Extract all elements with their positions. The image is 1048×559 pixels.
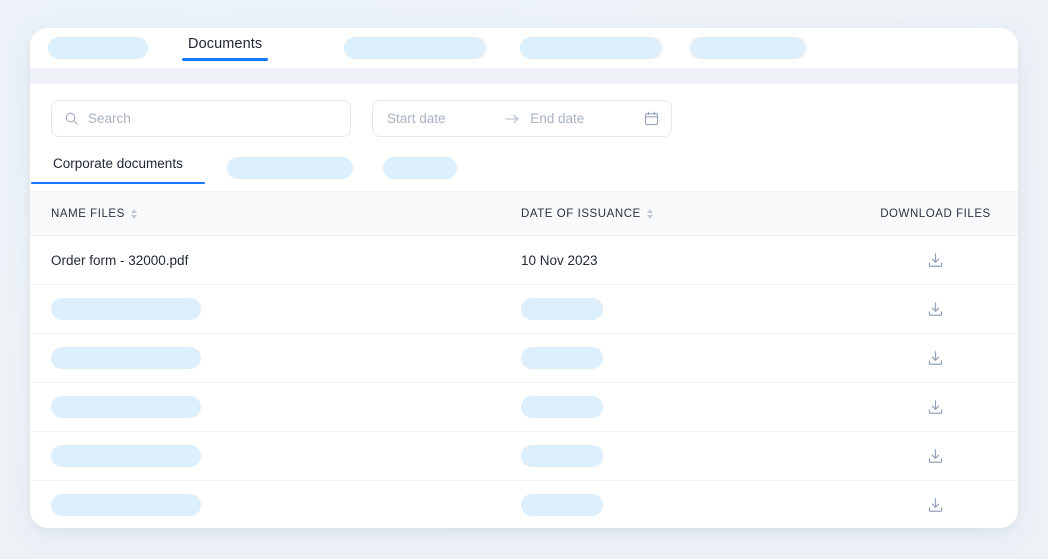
cell-download-files xyxy=(854,296,1017,322)
column-header-date-of-issuance-label: DATE OF ISSUANCE xyxy=(521,208,641,220)
download-icon[interactable] xyxy=(923,345,949,371)
column-header-download-files-label: DOWNLOAD FILES xyxy=(880,208,991,220)
table-row[interactable] xyxy=(30,481,1018,528)
issuance-date-placeholder xyxy=(521,494,603,516)
file-name-placeholder xyxy=(51,396,201,418)
date-range-field[interactable]: Start date End date xyxy=(372,100,672,137)
top-tab-placeholder-1[interactable] xyxy=(48,37,148,59)
table-row[interactable]: Order form - 32000.pdf 10 Nov 2023 xyxy=(30,236,1018,285)
tab-documents-underline xyxy=(182,58,268,61)
subtab-placeholder-1[interactable] xyxy=(227,157,353,179)
arrow-right-icon xyxy=(505,113,520,125)
documents-card: Documents Search xyxy=(30,28,1018,528)
download-icon[interactable] xyxy=(923,247,949,273)
cell-download-files xyxy=(854,492,1017,518)
column-header-date-of-issuance[interactable]: DATE OF ISSUANCE xyxy=(521,208,854,220)
file-name-placeholder xyxy=(51,445,201,467)
download-icon[interactable] xyxy=(923,492,949,518)
sort-icon-date-of-issuance[interactable] xyxy=(647,209,653,219)
tab-documents[interactable]: Documents xyxy=(182,36,268,61)
column-header-name-files[interactable]: NAME FILES xyxy=(30,208,521,220)
issuance-date-placeholder xyxy=(521,445,603,467)
file-name-placeholder xyxy=(51,347,201,369)
sub-tab-bar: Corporate documents xyxy=(30,156,1018,192)
download-icon[interactable] xyxy=(923,296,949,322)
column-header-name-files-label: NAME FILES xyxy=(51,208,125,220)
search-input[interactable]: Search xyxy=(88,111,131,126)
end-date-input[interactable]: End date xyxy=(530,111,584,126)
issuance-date-placeholder xyxy=(521,396,603,418)
cell-date-of-issuance xyxy=(521,347,854,369)
file-name-placeholder xyxy=(51,298,201,320)
cell-date-of-issuance xyxy=(521,494,854,516)
table-row[interactable] xyxy=(30,383,1018,432)
table-row[interactable] xyxy=(30,285,1018,334)
cell-date-of-issuance xyxy=(521,445,854,467)
calendar-icon[interactable] xyxy=(644,111,659,126)
issuance-date-placeholder xyxy=(521,347,603,369)
top-tab-placeholder-3[interactable] xyxy=(520,37,662,59)
subtab-corporate-documents-underline xyxy=(31,182,205,185)
cell-name-files xyxy=(30,445,521,467)
table-body: Order form - 32000.pdf 10 Nov 2023 xyxy=(30,236,1018,528)
column-header-download-files: DOWNLOAD FILES xyxy=(854,208,1017,220)
top-tab-placeholder-2[interactable] xyxy=(344,37,486,59)
documents-table: NAME FILES DATE OF ISSUANCE DOWNLOAD FIL… xyxy=(30,192,1018,528)
tab-documents-label: Documents xyxy=(188,36,262,52)
section-divider-band xyxy=(30,68,1018,84)
download-icon[interactable] xyxy=(923,394,949,420)
cell-name-files xyxy=(30,347,521,369)
file-name-placeholder xyxy=(51,494,201,516)
file-name-text: Order form - 32000.pdf xyxy=(51,253,188,268)
cell-download-files xyxy=(854,345,1017,371)
sub-tab-divider xyxy=(30,191,1018,192)
search-field[interactable]: Search xyxy=(51,100,351,137)
cell-download-files xyxy=(854,443,1017,469)
cell-date-of-issuance: 10 Nov 2023 xyxy=(521,253,854,268)
search-icon xyxy=(64,111,79,126)
subtab-placeholder-2[interactable] xyxy=(383,157,457,179)
subtab-corporate-documents-label: Corporate documents xyxy=(53,156,183,171)
filter-bar: Search Start date End date xyxy=(30,84,1018,137)
subtab-corporate-documents[interactable]: Corporate documents xyxy=(51,156,185,184)
cell-date-of-issuance xyxy=(521,396,854,418)
start-date-input[interactable]: Start date xyxy=(387,111,446,126)
top-tab-placeholder-4[interactable] xyxy=(690,37,806,59)
top-tab-bar: Documents xyxy=(30,28,1018,68)
table-row[interactable] xyxy=(30,432,1018,481)
table-row[interactable] xyxy=(30,334,1018,383)
cell-name-files xyxy=(30,298,521,320)
cell-name-files xyxy=(30,396,521,418)
sort-icon-name-files[interactable] xyxy=(131,209,137,219)
cell-name-files: Order form - 32000.pdf xyxy=(30,253,521,268)
issuance-date-placeholder xyxy=(521,298,603,320)
app-root: Documents Search xyxy=(0,0,1048,559)
download-icon[interactable] xyxy=(923,443,949,469)
cell-download-files xyxy=(854,247,1017,273)
cell-download-files xyxy=(854,394,1017,420)
table-header-row: NAME FILES DATE OF ISSUANCE DOWNLOAD FIL… xyxy=(30,192,1018,236)
issuance-date-text: 10 Nov 2023 xyxy=(521,253,598,268)
cell-name-files xyxy=(30,494,521,516)
cell-date-of-issuance xyxy=(521,298,854,320)
